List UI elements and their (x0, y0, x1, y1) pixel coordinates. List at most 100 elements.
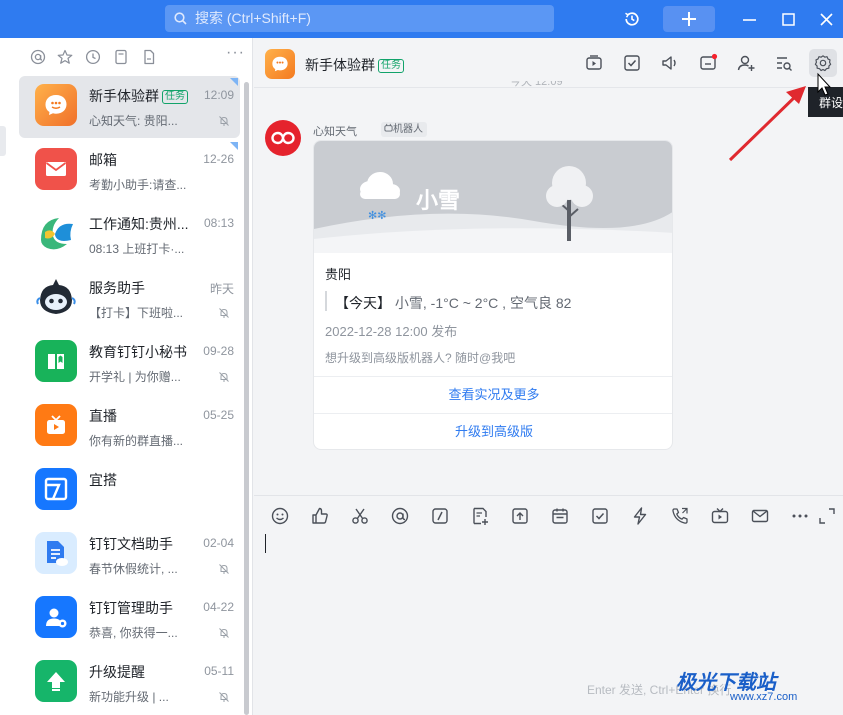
maximize-icon[interactable] (779, 0, 797, 38)
doc-add-icon[interactable] (470, 506, 490, 526)
conversation-title: 教育钉钉小秘书 (89, 344, 187, 360)
screen-icon[interactable] (584, 53, 604, 73)
settings-tooltip: 群设 (808, 87, 843, 117)
weather-card: ✻✻ 小雪 贵阳 【今天】 小雪, -1°C ~ 2°C , 空气良 82 20… (313, 140, 673, 450)
mute-icon (219, 628, 229, 638)
more-icon[interactable] (790, 506, 810, 526)
chat-title[interactable]: 新手体验群 任务 (305, 55, 404, 75)
minimize-icon[interactable] (740, 0, 758, 38)
checkbox-icon[interactable] (590, 506, 610, 526)
tv-icon[interactable] (710, 506, 730, 526)
lightning-icon[interactable] (630, 506, 650, 526)
search-history-icon[interactable] (774, 53, 794, 73)
unread-corner (230, 142, 238, 150)
upgrade-button[interactable]: 升级到高级版 (314, 413, 672, 449)
speaker-icon[interactable] (660, 53, 680, 73)
conversation-preview: 心知天气: 贵阳... (89, 114, 178, 128)
conversation-item[interactable]: 教育钉钉小秘书 09-28 开学礼 | 为你赠... (19, 332, 240, 394)
conversation-title: 升级提醒 (89, 664, 145, 680)
conversation-title: 工作通知:贵州... (89, 216, 189, 232)
sidebar-scrollbar[interactable] (244, 82, 249, 715)
admin-assistant-avatar (35, 596, 77, 638)
upgrade-hint: 想升级到高级版机器人? 随时@我吧 (325, 351, 516, 365)
conversation-item[interactable]: 新手体验群 任务 12:09 心知天气: 贵阳... (19, 76, 240, 138)
conversation-sidebar: ··· 新手体验群 任务 12:09 心知天气: 贵阳... 邮箱 12-26 考… (0, 38, 253, 715)
calendar-icon[interactable] (550, 506, 570, 526)
at-icon[interactable] (30, 49, 46, 65)
doc-icon[interactable] (113, 49, 129, 65)
group-settings-button[interactable] (809, 49, 837, 77)
mention-icon[interactable] (390, 506, 410, 526)
phone-icon[interactable] (670, 506, 690, 526)
view-more-button[interactable]: 查看实况及更多 (314, 376, 672, 412)
conversation-time: 05-25 (203, 408, 234, 422)
conversation-time: 09-28 (203, 344, 234, 358)
robot-tag: 机器人 (381, 122, 427, 137)
add-member-icon[interactable] (736, 53, 756, 73)
city-name: 贵阳 (325, 267, 352, 282)
conversation-preview: 春节休假统计, ... (89, 562, 178, 576)
conversation-title: 服务助手 (89, 280, 145, 296)
upload-icon[interactable] (510, 506, 530, 526)
conversation-title: 钉钉管理助手 (89, 600, 173, 616)
conversation-preview: 开学礼 | 为你赠... (89, 370, 181, 384)
slash-command-icon[interactable] (430, 506, 450, 526)
conversation-preview: 【打卡】下班啦... (89, 306, 184, 320)
work-notice-avatar (35, 212, 77, 254)
task-tag: 任务 (162, 90, 188, 104)
conversation-preview: 你有新的群直播... (89, 434, 184, 448)
sender-avatar[interactable] (265, 120, 301, 156)
conversation-time: 05-11 (204, 664, 234, 678)
clock-icon[interactable] (85, 49, 101, 65)
search-input[interactable]: 搜索 (Ctrl+Shift+F) (165, 5, 554, 32)
today-forecast: 【今天】 小雪, -1°C ~ 2°C , 空气良 82 (335, 295, 572, 311)
watermark-url: www.xz7.com (730, 691, 798, 703)
file-icon[interactable] (141, 49, 157, 65)
close-icon[interactable] (817, 0, 835, 38)
conversation-item[interactable]: 钉钉文档助手 02-04 春节休假统计, ... (19, 524, 240, 586)
history-icon[interactable] (620, 0, 644, 38)
conversation-item[interactable]: 服务助手 昨天 【打卡】下班啦... (19, 268, 240, 330)
conversation-item[interactable]: 邮箱 12-26 考勤小助手:请查... (19, 140, 240, 202)
conversation-time: 12:09 (203, 88, 234, 102)
conversation-time: 昨天 (209, 282, 234, 296)
snow-cloud-icon: ✻✻ (360, 172, 400, 222)
more-filter-button[interactable]: ··· (226, 44, 245, 62)
conversation-title: 钉钉文档助手 (89, 536, 173, 552)
mute-icon (219, 564, 229, 574)
mail-avatar (35, 148, 77, 190)
plus-icon (682, 12, 696, 26)
star-icon[interactable] (57, 49, 73, 65)
weather-condition: 小雪 (416, 188, 461, 213)
scissors-icon[interactable] (350, 506, 370, 526)
group-avatar[interactable] (265, 49, 295, 79)
conversation-preview: 恭喜, 你获得一... (89, 626, 178, 640)
conversation-time: 12-26 (203, 152, 234, 166)
search-placeholder: 搜索 (Ctrl+Shift+F) (195, 10, 311, 26)
plus-button[interactable] (663, 6, 715, 32)
edu-avatar (35, 340, 77, 382)
weather-banner: ✻✻ 小雪 (314, 141, 672, 253)
conversation-item[interactable]: 工作通知:贵州... 08:13 08:13 上班打卡·... (19, 204, 240, 266)
task-tag: 任务 (378, 59, 404, 73)
conversation-item[interactable]: 升级提醒 05-11 新功能升级 | ... (19, 652, 240, 714)
sender-name[interactable]: 心知天气 (313, 123, 357, 139)
emoji-icon[interactable] (270, 506, 290, 526)
yida-avatar (35, 468, 77, 510)
live-avatar (35, 404, 77, 446)
mail-icon[interactable] (750, 506, 770, 526)
conversation-item[interactable]: 宜搭 (19, 460, 240, 522)
like-icon[interactable] (310, 506, 330, 526)
conversation-item[interactable]: 直播 05-25 你有新的群直播... (19, 396, 240, 458)
unread-corner (230, 78, 238, 86)
conversation-item[interactable]: 钉钉管理助手 04-22 恭喜, 你获得一... (19, 588, 240, 650)
conversation-title: 新手体验群 任务 (89, 86, 188, 106)
inbox-icon[interactable] (698, 53, 718, 73)
sidebar-edge (0, 126, 6, 156)
previous-time-divider: 今天 12:09 (510, 81, 563, 88)
task-icon[interactable] (622, 53, 642, 73)
mute-icon (219, 692, 229, 702)
conversation-preview: 新功能升级 | ... (89, 690, 169, 704)
mute-icon (219, 116, 229, 126)
expand-icon[interactable] (817, 506, 837, 526)
